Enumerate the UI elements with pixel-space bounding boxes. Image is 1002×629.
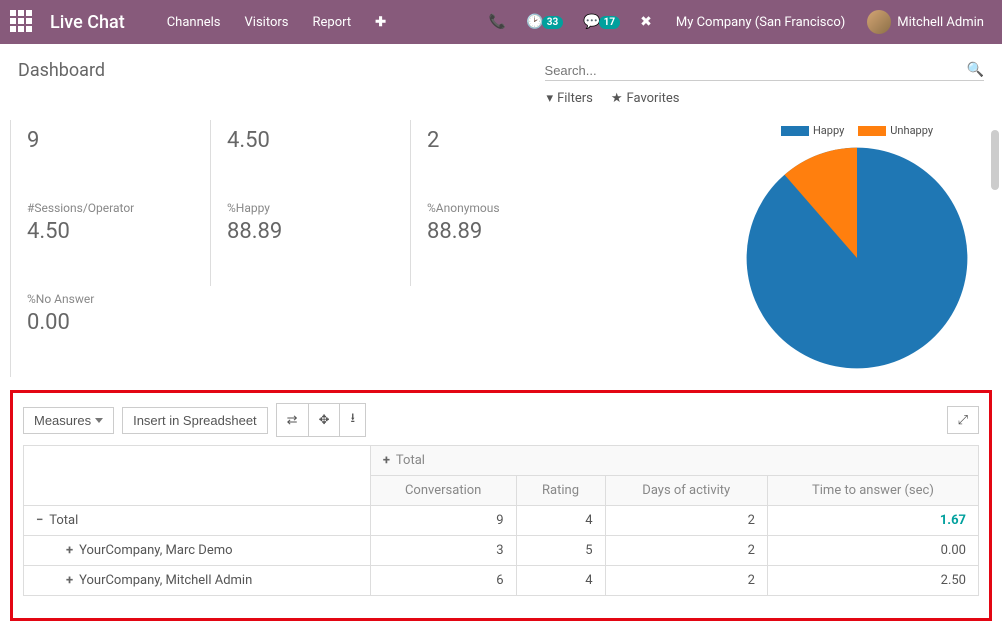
search-input[interactable] bbox=[545, 63, 967, 78]
filter-icon: ▾ bbox=[547, 91, 554, 106]
activity-badge: 33 bbox=[542, 16, 563, 29]
search-icon[interactable]: 🔍 bbox=[967, 62, 984, 78]
pie-svg bbox=[742, 143, 972, 373]
star-icon: ★ bbox=[611, 91, 623, 106]
pivot-col-header[interactable]: Rating bbox=[516, 476, 605, 506]
pivot-cell: 0.00 bbox=[767, 536, 978, 566]
download-button[interactable]: ⭳ bbox=[339, 403, 366, 437]
company-name[interactable]: My Company (San Francisco) bbox=[662, 15, 859, 30]
pivot-table: +Total ConversationRatingDays of activit… bbox=[23, 445, 979, 596]
nav-visitors[interactable]: Visitors bbox=[233, 15, 301, 30]
pivot-col-header[interactable]: Conversation bbox=[370, 476, 516, 506]
table-row: −Total9421.67 bbox=[24, 506, 979, 536]
pivot-col-header[interactable]: Time to answer (sec) bbox=[767, 476, 978, 506]
stat-sessions-total: 9 bbox=[10, 120, 210, 195]
avatar bbox=[867, 10, 891, 34]
table-row: +YourCompany, Marc Demo3520.00 bbox=[24, 536, 979, 566]
pivot-cell: 9 bbox=[370, 506, 516, 536]
username: Mitchell Admin bbox=[897, 15, 984, 30]
expand-all-button[interactable]: ✥ bbox=[308, 403, 341, 437]
pivot-panel: Measures Insert in Spreadsheet ⇄ ✥ ⭳ ⤢ +… bbox=[10, 390, 992, 621]
page-title: Dashboard bbox=[18, 60, 105, 81]
pivot-row-header[interactable]: +YourCompany, Marc Demo bbox=[24, 536, 371, 566]
phone-icon[interactable]: 📞 bbox=[479, 14, 516, 30]
nav-add[interactable]: ✚ bbox=[363, 15, 398, 30]
topbar: Live Chat Channels Visitors Report ✚ 📞 🕑… bbox=[0, 0, 1002, 44]
chart-legend: Happy Unhappy bbox=[742, 124, 972, 137]
pivot-cell: 2 bbox=[605, 506, 767, 536]
messages-badge: 17 bbox=[599, 16, 620, 29]
stat-days: 2 bbox=[410, 120, 610, 195]
nav-channels[interactable]: Channels bbox=[155, 15, 233, 30]
pivot-cell: 1.67 bbox=[767, 506, 978, 536]
nav-report[interactable]: Report bbox=[301, 15, 364, 30]
pivot-row-header[interactable]: +YourCompany, Mitchell Admin bbox=[24, 566, 371, 596]
pivot-cell: 6 bbox=[370, 566, 516, 596]
app-title: Live Chat bbox=[50, 12, 125, 33]
stat-anonymous: %Anonymous88.89 bbox=[410, 195, 610, 286]
filters-button[interactable]: ▾Filters bbox=[547, 91, 593, 106]
stat-sessions-per-op: #Sessions/Operator4.50 bbox=[10, 195, 210, 286]
stats-container: 9 4.50 2 #Sessions/Operator4.50 %Happy88… bbox=[0, 120, 1002, 377]
pivot-cell: 5 bbox=[516, 536, 605, 566]
flip-axis-button[interactable]: ⇄ bbox=[276, 403, 309, 437]
caret-icon bbox=[95, 418, 103, 423]
stat-no-answer: %No Answer0.00 bbox=[10, 286, 210, 377]
pivot-cell: 2 bbox=[605, 536, 767, 566]
pie-chart: Happy Unhappy bbox=[742, 120, 1002, 377]
insert-spreadsheet-button[interactable]: Insert in Spreadsheet bbox=[122, 407, 268, 434]
fullscreen-button[interactable]: ⤢ bbox=[947, 406, 979, 434]
activity-icon[interactable]: 🕑33 bbox=[516, 14, 573, 30]
search-area: 🔍 ▾Filters ★Favorites bbox=[545, 60, 984, 112]
scrollbar[interactable] bbox=[988, 130, 1002, 390]
apps-icon[interactable] bbox=[10, 10, 34, 34]
pivot-cell: 3 bbox=[370, 536, 516, 566]
table-row: +YourCompany, Mitchell Admin6422.50 bbox=[24, 566, 979, 596]
messages-icon[interactable]: 💬17 bbox=[573, 14, 630, 30]
pivot-cell: 2.50 bbox=[767, 566, 978, 596]
tools-icon[interactable]: ✖ bbox=[630, 14, 662, 30]
pivot-row-header[interactable]: −Total bbox=[24, 506, 371, 536]
pivot-col-header[interactable]: Days of activity bbox=[605, 476, 767, 506]
pivot-corner bbox=[24, 446, 371, 506]
favorites-button[interactable]: ★Favorites bbox=[611, 91, 680, 106]
user-menu[interactable]: Mitchell Admin bbox=[859, 10, 992, 34]
pivot-toolbar: Measures Insert in Spreadsheet ⇄ ✥ ⭳ ⤢ bbox=[23, 403, 979, 437]
header-row: Dashboard 🔍 ▾Filters ★Favorites bbox=[0, 44, 1002, 120]
pivot-cell: 2 bbox=[605, 566, 767, 596]
stat-rating-avg: 4.50 bbox=[210, 120, 410, 195]
pivot-cell: 4 bbox=[516, 566, 605, 596]
measures-button[interactable]: Measures bbox=[23, 407, 114, 434]
pivot-cell: 4 bbox=[516, 506, 605, 536]
stat-happy: %Happy88.89 bbox=[210, 195, 410, 286]
pivot-total-header[interactable]: +Total bbox=[370, 446, 978, 476]
